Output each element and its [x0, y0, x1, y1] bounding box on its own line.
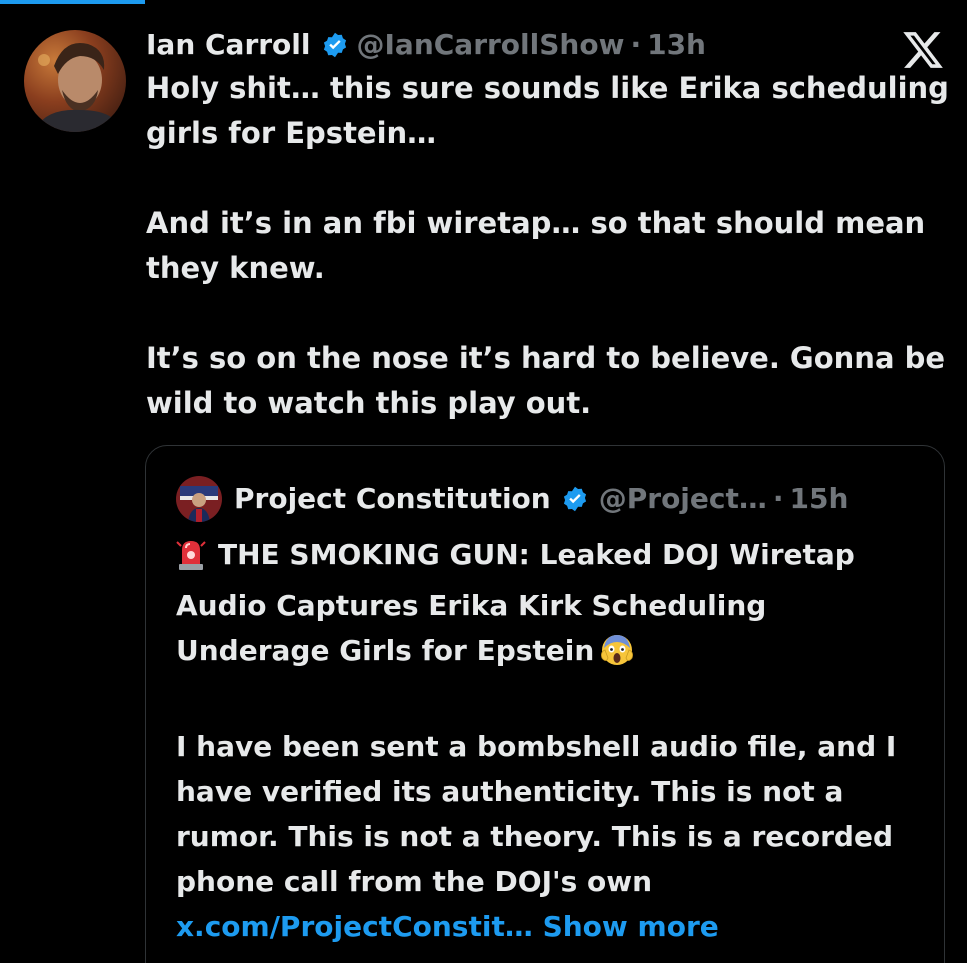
quoted-tweet-header: Project Constitution @Project… · 15h — [234, 476, 848, 522]
siren-emoji-icon — [176, 538, 206, 583]
display-name[interactable]: Ian Carroll — [146, 22, 311, 68]
tweet-paragraph: Holy shit… this sure sounds like Erika s… — [146, 71, 949, 150]
screaming-face-emoji-icon — [600, 632, 634, 679]
quoted-headline: THE SMOKING GUN: Leaked DOJ Wiretap Audi… — [176, 532, 926, 679]
quoted-handle[interactable]: @Project… — [599, 476, 767, 522]
separator-dot: · — [772, 482, 784, 515]
tweet-paragraph: And it’s in an fbi wiretap… so that shou… — [146, 206, 926, 285]
quoted-headline-text: THE SMOKING GUN: Leaked DOJ Wiretap Audi… — [176, 538, 855, 667]
quoted-display-name[interactable]: Project Constitution — [234, 476, 551, 522]
quoted-body: I have been sent a bombshell audio file,… — [176, 724, 926, 949]
quoted-link[interactable]: x.com/ProjectConstit… — [176, 910, 533, 943]
quoted-body-text: I have been sent a bombshell audio file,… — [176, 730, 897, 898]
avatar[interactable] — [24, 30, 126, 132]
separator-dot: · — [630, 28, 642, 61]
show-more-link[interactable]: Show more — [543, 910, 719, 943]
quoted-avatar — [176, 476, 222, 522]
verified-badge-icon — [321, 31, 349, 59]
handle[interactable]: @IanCarrollShow — [357, 22, 625, 68]
quoted-tweet-text: THE SMOKING GUN: Leaked DOJ Wiretap Audi… — [176, 532, 926, 949]
quoted-tweet-card[interactable]: Project Constitution @Project… · 15h THE… — [145, 445, 945, 963]
tweet-paragraph: It’s so on the nose it’s hard to believe… — [146, 341, 946, 420]
timestamp[interactable]: 13h — [647, 22, 706, 68]
quoted-timestamp[interactable]: 15h — [790, 476, 849, 522]
tweet-header: Ian Carroll @IanCarrollShow · 13h — [146, 22, 706, 68]
top-accent-bar — [0, 0, 145, 4]
verified-badge-icon — [561, 485, 589, 513]
tweet-text: Holy shit… this sure sounds like Erika s… — [146, 66, 956, 426]
